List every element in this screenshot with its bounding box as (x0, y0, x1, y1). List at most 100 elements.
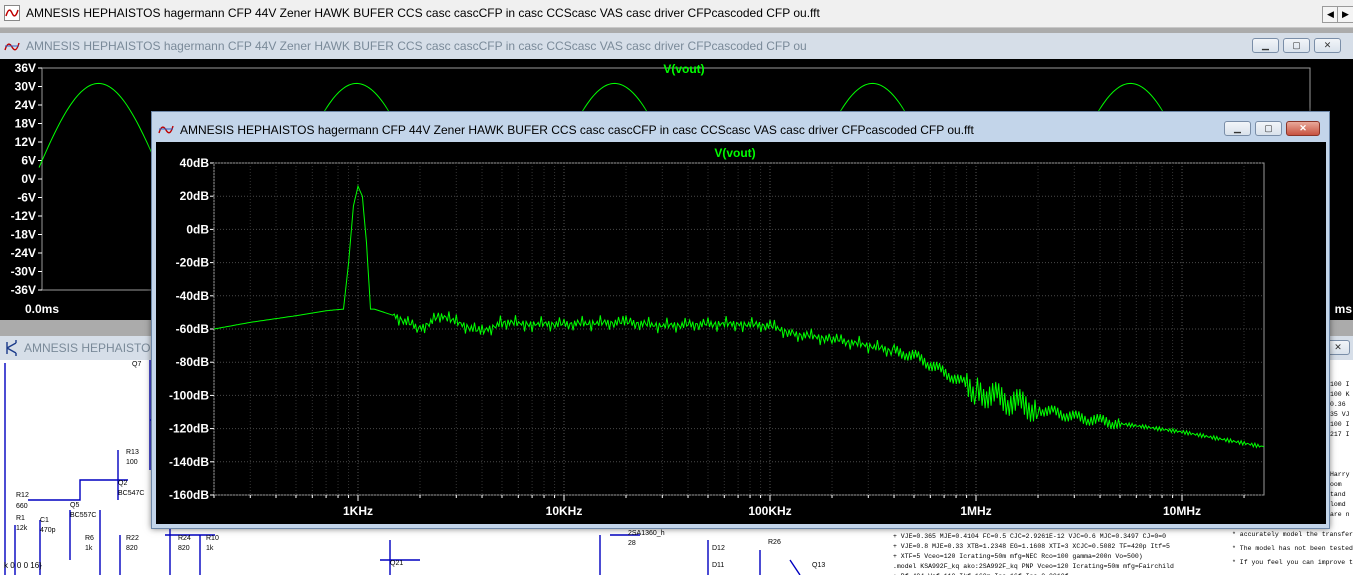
schematic-component-label: Q2 (118, 480, 127, 487)
spice-model-line: + VJE=0.8 MJE=0.33 XTB=1.2348 EG=1.1608 … (893, 543, 1170, 550)
fft-y-tick-label: -100dB (169, 388, 209, 402)
fft-window-titlebar[interactable]: AMNESIS HEPHAISTOS hagermann CFP 44V Zen… (152, 112, 1329, 142)
spice-model-line: .model KSA992F_kq ako:2SA992F_kq PNP Vce… (893, 563, 1174, 570)
schematic-component-label: 660 (16, 503, 28, 510)
fft-x-tick-label: 10MHz (1163, 504, 1201, 518)
waveform-window-icon (4, 42, 20, 51)
edge-note-fragment: 100 I (1330, 421, 1350, 428)
schematic-component-label: D11 (712, 562, 724, 569)
edge-note-fragment: lomd (1330, 501, 1346, 508)
fft-plot[interactable]: V(vout) 40dB 20dB 0dB -20dB -40dB -60dB -80dB -1… (156, 142, 1326, 524)
fft-y-tick-label: -160dB (169, 488, 209, 502)
time-y-tick-label: -30V (11, 265, 36, 279)
edge-note-fragment: 100 K (1330, 391, 1350, 398)
time-y-tick-label: 30V (15, 80, 36, 94)
fft-window[interactable]: AMNESIS HEPHAISTOS hagermann CFP 44V Zen… (151, 111, 1330, 529)
edge-note-fragment: 217 I (1330, 431, 1350, 438)
schematic-component-label: Q5 (70, 502, 79, 509)
time-y-tick-label: 36V (15, 61, 36, 75)
maximize-button[interactable]: ▢ (1283, 38, 1310, 53)
edge-note-fragment: 35 VJ (1330, 411, 1350, 418)
fft-y-tick-label: -20dB (176, 256, 210, 270)
time-x-start-label: 0.0ms (25, 302, 59, 316)
fft-window-icon (158, 125, 174, 134)
fft-y-tick-label: 20dB (180, 189, 210, 203)
time-y-tick-label: -12V (11, 209, 36, 223)
fft-maximize-button[interactable]: ▢ (1255, 121, 1282, 136)
schematic-component-label: D12 (712, 545, 725, 552)
time-y-tick-label: -18V (11, 228, 36, 242)
time-y-tick-label: 0V (21, 172, 36, 186)
schematic-component-label: 1k (85, 545, 93, 552)
schematic-component-label: R1 (16, 515, 25, 522)
fft-close-button[interactable]: ✕ (1286, 121, 1320, 136)
fft-x-tick-label: 1KHz (343, 504, 373, 518)
schematic-component-label: 2SA1360_h (628, 530, 665, 537)
time-window-titlebar[interactable]: AMNESIS HEPHAISTOS hagermann CFP 44V Zen… (0, 33, 1353, 59)
schematic-window-title: AMNESIS HEPHAISTOS (24, 341, 159, 355)
edge-note-fragment: oom (1330, 481, 1342, 488)
schematic-component-label: 820 (126, 545, 138, 552)
schematic-component-label: 1k (206, 545, 214, 552)
time-y-tick-label: 6V (21, 154, 36, 168)
close-button[interactable]: ✕ (1314, 38, 1341, 53)
time-y-tick-label: 24V (15, 98, 36, 112)
schematic-component-label: Q13 (812, 562, 825, 569)
minimize-button[interactable]: ▁ (1252, 38, 1279, 53)
schematic-window-icon (6, 340, 17, 356)
fft-x-tick-label: 100KHz (748, 504, 791, 518)
tab-scroll-right-button[interactable]: ▶ (1337, 6, 1353, 23)
time-y-tick-label: 12V (15, 135, 36, 149)
fft-y-tick-label: -40dB (176, 289, 210, 303)
fft-x-tick-label: 10KHz (546, 504, 583, 518)
fft-trace-label: V(vout) (714, 146, 755, 160)
schematic-component-label: BC547C (118, 490, 144, 497)
edge-note-fragments: 100 I 100 K 0.36 35 VJ 100 I 217 I Harry oom tan… (1330, 381, 1350, 518)
spice-comment-line: * If you feel you can improve the m (1232, 559, 1353, 566)
schematic-component-label: R13 (126, 449, 139, 456)
schematic-component-label: Q7 (132, 361, 141, 368)
edge-note-fragment: 100 I (1330, 381, 1350, 388)
fft-y-tick-label: 0dB (186, 222, 209, 236)
fft-y-tick-label: -140dB (169, 455, 209, 469)
fft-y-tick-label: 40dB (180, 156, 210, 170)
time-x-end-label: ms (1335, 302, 1353, 316)
schematic-component-label: 12k (16, 525, 28, 532)
schematic-component-label: R6 (85, 535, 94, 542)
spice-model-line: + VJE=0.365 MJE=0.4104 FC=0.5 CJC=2.9261… (893, 533, 1166, 540)
edge-note-fragment: tand (1330, 491, 1346, 498)
time-trace-label: V(vout) (663, 62, 704, 76)
schematic-component-label: R26 (768, 539, 781, 546)
schematic-component-label: 100 (126, 459, 138, 466)
waveform-app-icon (4, 5, 20, 21)
schematic-component-label: R24 (178, 535, 191, 542)
schematic-component-label: R22 (126, 535, 139, 542)
time-y-tick-label: -6V (17, 191, 36, 205)
mdi-title-strip: AMNESIS HEPHAISTOS hagermann CFP 44V Zen… (0, 0, 1353, 28)
schematic-component-label: 28 (628, 540, 636, 547)
fft-window-title: AMNESIS HEPHAISTOS hagermann CFP 44V Zen… (180, 123, 974, 137)
schematic-component-label: R12 (16, 492, 29, 499)
schematic-component-label: R10 (206, 535, 219, 542)
edge-note-fragment: are n (1330, 511, 1350, 518)
schematic-component-label: BC557C (70, 512, 96, 519)
spice-model-line: + XTF=5 Vceo=120 Icrating=50m mfg=NEC Rc… (893, 553, 1143, 560)
schematic-component-label: 820 (178, 545, 190, 552)
fft-y-tick-label: -60dB (176, 322, 210, 336)
schematic-component-label: C1 (40, 517, 49, 524)
schematic-component-label: Q21 (390, 560, 403, 567)
fft-y-tick-label: -120dB (169, 422, 209, 436)
schematic-component-label: 470p (40, 527, 56, 534)
spice-comment-notes: * accurately model the transfer a * The m… (1232, 531, 1353, 566)
time-y-tick-label: -36V (11, 283, 36, 297)
edge-note-fragment: Harry (1330, 471, 1350, 478)
fft-minimize-button[interactable]: ▁ (1224, 121, 1251, 136)
spice-model-notes: + VJE=0.365 MJE=0.4104 FC=0.5 CJC=2.9261… (893, 533, 1174, 575)
spice-comment-line: * The model has not been tested of a (1232, 545, 1353, 552)
time-window-title: AMNESIS HEPHAISTOS hagermann CFP 44V Zen… (26, 39, 807, 53)
fft-y-tick-label: -80dB (176, 355, 210, 369)
schematic-bottom-text: k 0 0 0 16} (4, 561, 42, 570)
edge-note-fragment: 0.36 (1330, 401, 1346, 408)
mdi-window-title: AMNESIS HEPHAISTOS hagermann CFP 44V Zen… (26, 6, 820, 20)
fft-x-tick-label: 1MHz (960, 504, 991, 518)
